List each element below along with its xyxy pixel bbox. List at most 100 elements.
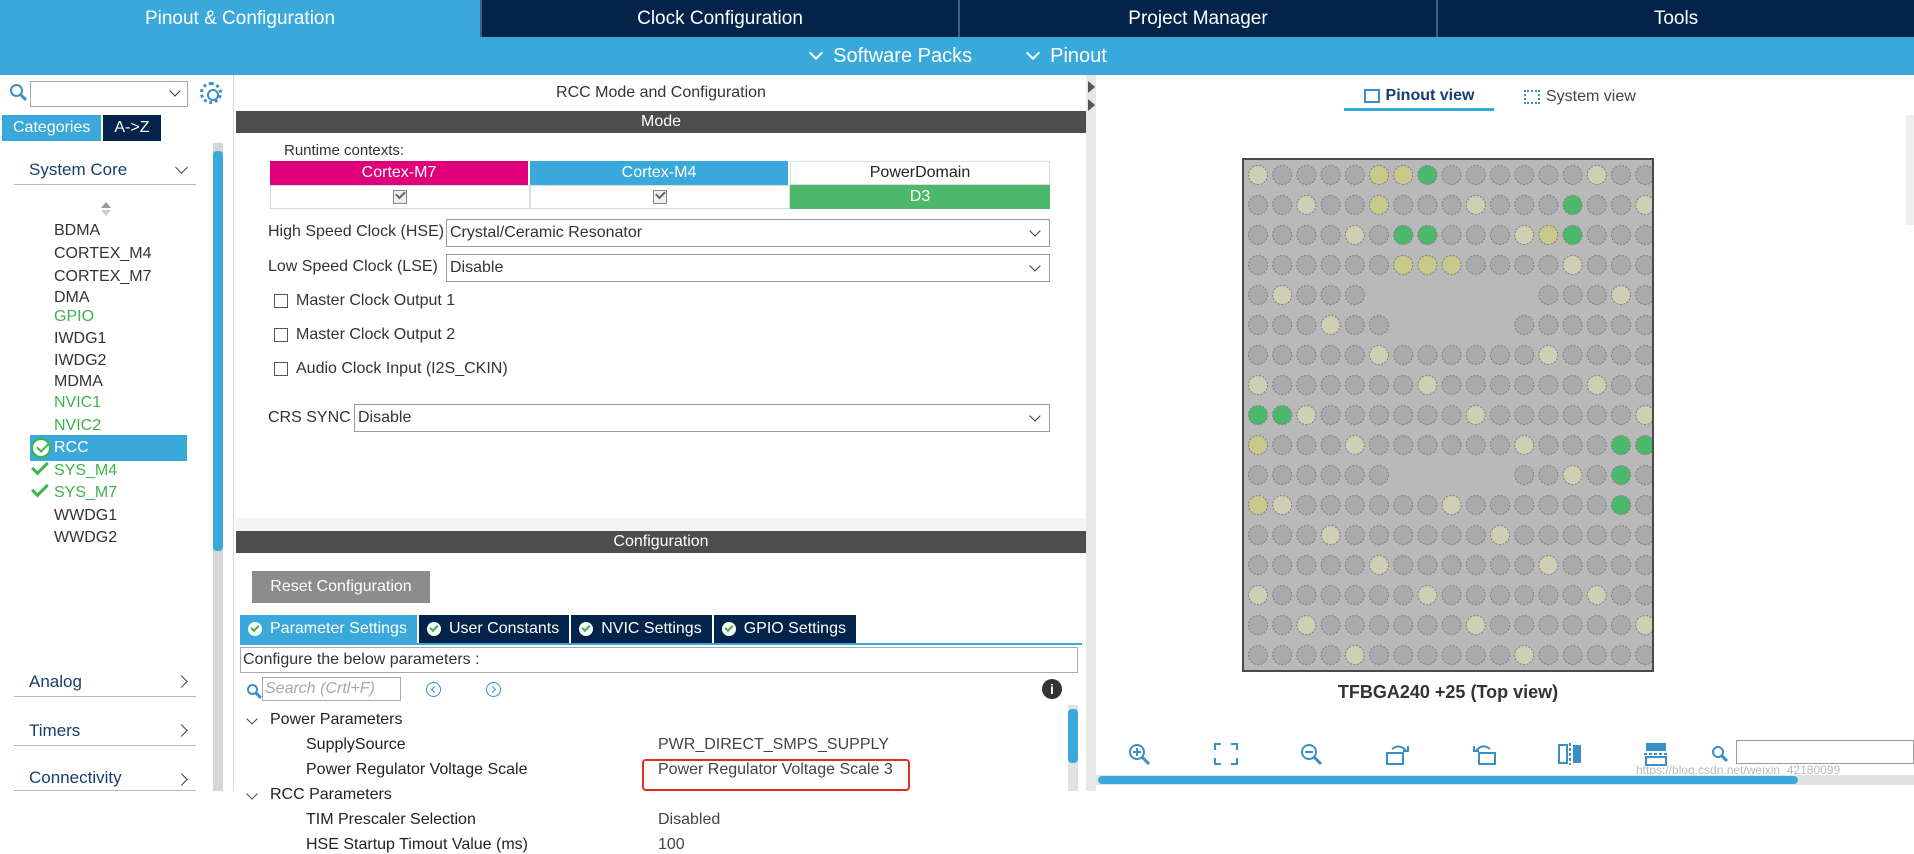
pin-ball[interactable] xyxy=(1369,195,1389,216)
pin-ball[interactable] xyxy=(1586,585,1607,606)
pin-ball[interactable] xyxy=(1320,375,1341,396)
pin-ball[interactable] xyxy=(1417,345,1438,366)
cortex-m4-checkbox[interactable] xyxy=(653,190,667,204)
pin-ball[interactable] xyxy=(1369,225,1389,246)
pin-ball[interactable] xyxy=(1562,495,1583,516)
tab-tools[interactable]: Tools xyxy=(1438,0,1914,37)
pin-ball[interactable] xyxy=(1369,165,1389,185)
flip-horizontal-icon[interactable] xyxy=(1556,741,1584,767)
pin-grid[interactable] xyxy=(1244,160,1656,670)
pinout-vertical-scrollbar[interactable] xyxy=(1906,115,1914,225)
pin-ball[interactable] xyxy=(1562,525,1583,546)
pin-ball[interactable] xyxy=(1538,315,1559,336)
tab-categories[interactable]: Categories xyxy=(2,115,102,141)
pin-ball[interactable] xyxy=(1562,225,1583,246)
pin-ball[interactable] xyxy=(1562,315,1583,336)
pin-ball[interactable] xyxy=(1272,315,1293,336)
pin-ball[interactable] xyxy=(1611,495,1631,516)
pin-ball[interactable] xyxy=(1562,285,1583,306)
pin-ball[interactable] xyxy=(1369,555,1389,576)
panel-splitter[interactable] xyxy=(1086,75,1096,791)
pin-ball[interactable] xyxy=(1586,525,1607,546)
pin-ball[interactable] xyxy=(1248,375,1268,396)
pin-ball[interactable] xyxy=(1296,225,1317,246)
pin-ball[interactable] xyxy=(1296,195,1317,216)
pin-ball[interactable] xyxy=(1417,555,1438,576)
pin-ball[interactable] xyxy=(1393,645,1414,666)
pin-ball[interactable] xyxy=(1586,345,1607,366)
chip-package[interactable] xyxy=(1242,158,1656,672)
pin-ball[interactable] xyxy=(1441,615,1462,636)
pin-ball[interactable] xyxy=(1441,345,1462,366)
pin-ball[interactable] xyxy=(1417,375,1438,396)
pin-ball[interactable] xyxy=(1490,585,1510,606)
pin-ball[interactable] xyxy=(1538,225,1559,246)
reset-configuration-button[interactable]: Reset Configuration xyxy=(252,571,430,603)
pin-ball[interactable] xyxy=(1611,405,1631,426)
pin-ball[interactable] xyxy=(1248,255,1268,276)
pin-ball[interactable] xyxy=(1562,375,1583,396)
pin-ball[interactable] xyxy=(1635,495,1656,516)
pin-ball[interactable] xyxy=(1538,195,1559,216)
pin-ball[interactable] xyxy=(1465,255,1486,276)
pin-ball[interactable] xyxy=(1611,225,1631,246)
pin-ball[interactable] xyxy=(1296,585,1317,606)
pin-ball[interactable] xyxy=(1272,465,1293,486)
pin-ball[interactable] xyxy=(1417,405,1438,426)
pin-ball[interactable] xyxy=(1490,255,1510,276)
pin-ball[interactable] xyxy=(1538,345,1559,366)
pin-ball[interactable] xyxy=(1272,495,1293,516)
pin-ball[interactable] xyxy=(1393,375,1414,396)
pin-ball[interactable] xyxy=(1490,555,1510,576)
pin-ball[interactable] xyxy=(1562,195,1583,216)
mco2-checkbox[interactable] xyxy=(274,328,288,342)
pin-ball[interactable] xyxy=(1562,405,1583,426)
parameter-search-input[interactable]: Search (Crtl+F) xyxy=(262,677,401,701)
pin-ball[interactable] xyxy=(1635,255,1656,276)
pin-ball[interactable] xyxy=(1320,525,1341,546)
pin-ball[interactable] xyxy=(1248,195,1268,216)
rotate-left-icon[interactable] xyxy=(1470,741,1498,767)
pin-ball[interactable] xyxy=(1344,465,1365,486)
pin-ball[interactable] xyxy=(1490,225,1510,246)
pin-ball[interactable] xyxy=(1514,645,1535,666)
pin-ball[interactable] xyxy=(1393,555,1414,576)
next-icon[interactable] xyxy=(486,682,501,697)
pin-ball[interactable] xyxy=(1344,165,1365,185)
pin-ball[interactable] xyxy=(1586,165,1607,185)
pin-ball[interactable] xyxy=(1465,585,1486,606)
param-value[interactable]: 100 xyxy=(658,836,685,854)
pin-ball[interactable] xyxy=(1514,585,1535,606)
pin-ball[interactable] xyxy=(1320,585,1341,606)
pin-ball[interactable] xyxy=(1369,345,1389,366)
collapse-arrow-icon[interactable] xyxy=(1088,99,1095,111)
mco1-checkbox[interactable] xyxy=(274,294,288,308)
pin-ball[interactable] xyxy=(1320,435,1341,456)
pin-ball[interactable] xyxy=(1514,315,1535,336)
tab-nvic-settings[interactable]: NVIC Settings xyxy=(571,615,712,643)
audio-clock-checkbox-row[interactable]: Audio Clock Input (I2S_CKIN) xyxy=(274,360,508,378)
pin-ball[interactable] xyxy=(1369,375,1389,396)
pin-ball[interactable] xyxy=(1441,645,1462,666)
pin-ball[interactable] xyxy=(1296,375,1317,396)
pin-ball[interactable] xyxy=(1538,435,1559,456)
pin-ball[interactable] xyxy=(1635,465,1656,486)
pin-ball[interactable] xyxy=(1344,615,1365,636)
pin-ball[interactable] xyxy=(1320,555,1341,576)
pin-ball[interactable] xyxy=(1320,405,1341,426)
pin-ball[interactable] xyxy=(1611,615,1631,636)
pin-ball[interactable] xyxy=(1562,345,1583,366)
pin-ball[interactable] xyxy=(1586,465,1607,486)
pin-ball[interactable] xyxy=(1344,255,1365,276)
pin-ball[interactable] xyxy=(1417,495,1438,516)
pin-ball[interactable] xyxy=(1248,555,1268,576)
sidebar-search-input[interactable] xyxy=(30,81,188,107)
pin-ball[interactable] xyxy=(1320,495,1341,516)
pin-ball[interactable] xyxy=(1538,555,1559,576)
pin-ball[interactable] xyxy=(1514,465,1535,486)
pin-ball[interactable] xyxy=(1393,225,1414,246)
pin-ball[interactable] xyxy=(1538,495,1559,516)
pin-ball[interactable] xyxy=(1465,555,1486,576)
pin-ball[interactable] xyxy=(1635,585,1656,606)
pin-ball[interactable] xyxy=(1296,405,1317,426)
